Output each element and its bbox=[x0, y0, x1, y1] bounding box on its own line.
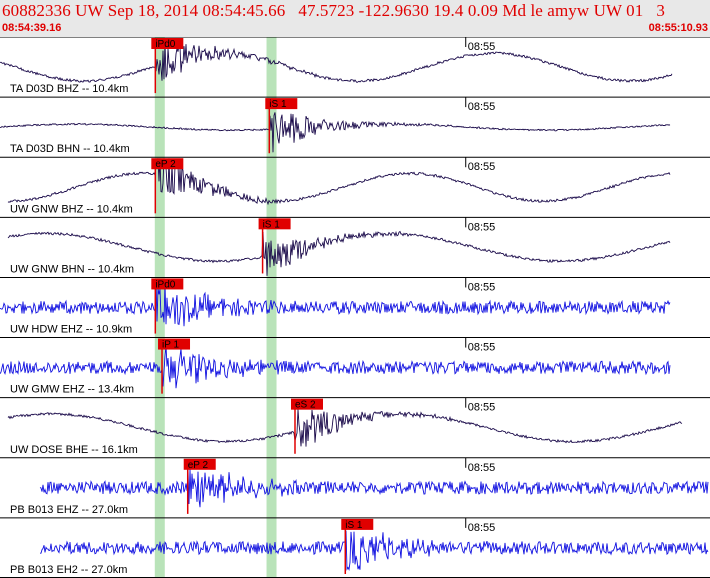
station-label: TA D03D BHZ -- 10.4km bbox=[10, 83, 128, 95]
minute-label: 08:55 bbox=[468, 281, 496, 293]
minute-label: 08:55 bbox=[468, 462, 496, 474]
minute-label: 08:55 bbox=[468, 41, 496, 53]
trace-panel[interactable]: 08:55 iS 1 UW GNW BHN -- 10.4km bbox=[0, 216, 710, 276]
pick-label: iS 1 bbox=[263, 219, 281, 230]
event-header: 60882336 UW Sep 18, 2014 08:54:45.66 47.… bbox=[0, 0, 710, 37]
trace-panel[interactable]: 08:55 iS 1 PB B013 EH2 -- 27.0km bbox=[0, 517, 710, 576]
pick-label: iS 1 bbox=[345, 520, 363, 531]
minute-label: 08:55 bbox=[468, 402, 496, 414]
event-title: 60882336 UW Sep 18, 2014 08:54:45.66 47.… bbox=[2, 1, 666, 20]
trace-panel[interactable]: 08:55 eS 2 UW DOSE BHE -- 16.1km bbox=[0, 397, 710, 456]
minute-label: 08:55 bbox=[468, 101, 496, 113]
pick-label: eS 2 bbox=[295, 400, 316, 411]
trace-panel[interactable]: 08:55 eP 2 UW GNW BHZ -- 10.4km bbox=[0, 156, 710, 215]
station-label: TA D03D BHN -- 10.4km bbox=[10, 143, 130, 155]
pick-label: eP 2 bbox=[188, 460, 209, 471]
station-label: UW HDW EHZ -- 10.9km bbox=[10, 324, 132, 336]
waveform bbox=[39, 468, 709, 508]
station-label: UW GNW BHZ -- 10.4km bbox=[10, 203, 133, 215]
window-start-time: 08:54:39.16 bbox=[2, 22, 62, 34]
minute-label: 08:55 bbox=[468, 221, 496, 233]
minute-label: 08:55 bbox=[468, 522, 496, 534]
station-label: UW DOSE BHE -- 16.1km bbox=[10, 444, 138, 456]
minute-label: 08:55 bbox=[468, 342, 496, 354]
station-label: PB B013 EH2 -- 27.0km bbox=[10, 564, 127, 576]
pick-label: iPd0 bbox=[155, 279, 175, 290]
seismogram-plot[interactable]: 08:55 iPd0 TA D03D BHZ -- 10.4km 08:55 iS 1 T… bbox=[0, 37, 710, 578]
trace-panel[interactable]: 08:55 eP 2 PB B013 EHZ -- 27.0km bbox=[0, 457, 710, 516]
waveform bbox=[0, 280, 671, 327]
window-end-time: 08:55:10.93 bbox=[648, 22, 708, 34]
minute-label: 08:55 bbox=[468, 161, 496, 173]
trace-panel[interactable]: 08:55 iPd0 TA D03D BHZ -- 10.4km bbox=[0, 37, 710, 95]
station-label: PB B013 EHZ -- 27.0km bbox=[10, 504, 128, 516]
waveform bbox=[40, 530, 709, 572]
station-label: UW GMW EHZ -- 13.4km bbox=[10, 384, 134, 396]
pick-label: iP 1 bbox=[162, 340, 179, 351]
trace-panel[interactable]: 08:55 iS 1 TA D03D BHN -- 10.4km bbox=[0, 96, 710, 155]
station-label: UW GNW BHN -- 10.4km bbox=[10, 263, 134, 275]
pick-label: iS 1 bbox=[269, 99, 287, 110]
pick-label: eP 2 bbox=[155, 159, 176, 170]
waveform bbox=[7, 409, 683, 447]
waveform bbox=[0, 41, 673, 83]
trace-panel[interactable]: 08:55 iPd0 UW HDW EHZ -- 10.9km bbox=[0, 276, 710, 336]
waveform bbox=[7, 158, 671, 206]
trace-panel[interactable]: 08:55 iP 1 UW GMW EHZ -- 13.4km bbox=[0, 337, 710, 396]
pick-label: iPd0 bbox=[155, 39, 175, 50]
waveform bbox=[0, 344, 671, 389]
